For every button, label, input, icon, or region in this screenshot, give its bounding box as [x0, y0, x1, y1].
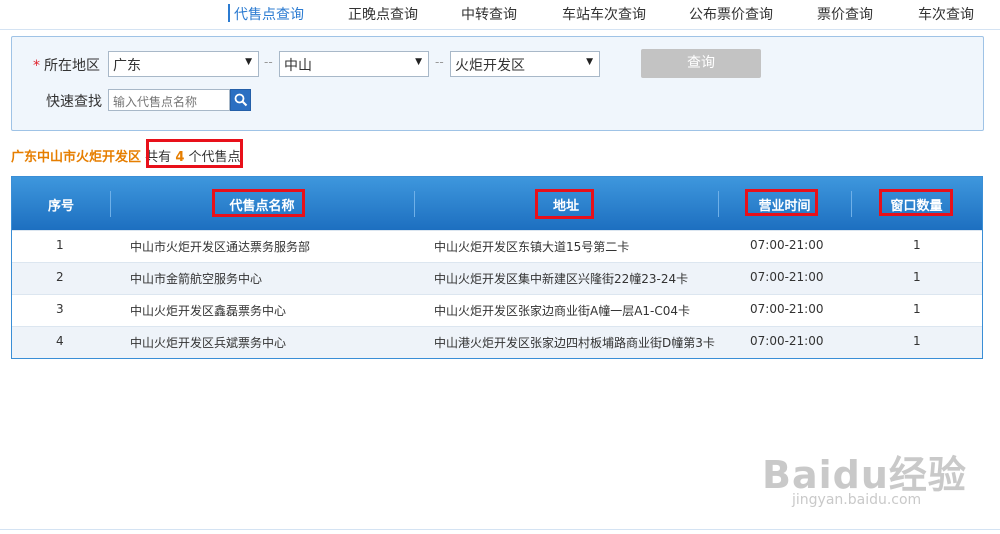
cell-address: 中山火炬开发区张家边商业街A幢一层A1-C04卡 [434, 304, 691, 318]
cell-hours: 07:00-21:00 [750, 302, 824, 316]
table-row: 1 中山市火炬开发区通达票务服务部 中山火炬开发区东镇大道15号第二卡 07:0… [12, 230, 982, 262]
cell-no: 2 [56, 270, 64, 284]
cell-windows: 1 [913, 270, 921, 284]
separator: -- [264, 55, 273, 69]
tab-fare-query[interactable]: 票价查询 [817, 4, 873, 24]
city-select[interactable]: 中山 ▼ [279, 51, 429, 77]
tab-agency-query[interactable]: 代售点查询 [234, 4, 304, 24]
baidu-watermark: Baidu经验 jingyan.baidu.com [762, 444, 992, 514]
summary-region: 广东中山市火炬开发区 [11, 150, 142, 165]
cell-windows: 1 [913, 334, 921, 348]
highlight-box-summary [146, 139, 243, 168]
cell-address: 中山火炬开发区东镇大道15号第二卡 [434, 240, 630, 254]
tab-station-train-query[interactable]: 车站车次查询 [562, 4, 646, 24]
tab-train-query[interactable]: 车次查询 [918, 4, 974, 24]
tab-transfer-query[interactable]: 中转查询 [461, 4, 517, 24]
cell-windows: 1 [913, 238, 921, 252]
query-button[interactable]: 查询 [641, 49, 761, 78]
nav-active-divider [228, 4, 230, 22]
separator: -- [435, 55, 444, 69]
cell-name: 中山市金箭航空服务中心 [130, 272, 263, 286]
province-value: 广东 [113, 58, 141, 74]
region-label-text: 所在地区 [44, 58, 100, 74]
cell-hours: 07:00-21:00 [750, 270, 824, 284]
tab-published-fare-query[interactable]: 公布票价查询 [689, 4, 773, 24]
cell-name: 中山火炬开发区兵斌票务中心 [130, 336, 287, 350]
highlight-box-hours [745, 189, 818, 216]
district-select[interactable]: 火炬开发区 ▼ [450, 51, 600, 77]
cell-hours: 07:00-21:00 [750, 238, 824, 252]
required-mark: * [33, 58, 40, 74]
chevron-down-icon: ▼ [415, 57, 422, 67]
cell-windows: 1 [913, 302, 921, 316]
district-value: 火炬开发区 [455, 58, 525, 74]
quick-search-input[interactable] [108, 89, 230, 111]
cell-no: 1 [56, 238, 64, 252]
highlight-box-address [535, 189, 594, 219]
quick-search-label: 快速查找 [46, 94, 102, 110]
quick-search-button[interactable] [230, 89, 251, 111]
bottom-rule [0, 529, 1000, 530]
search-panel: * 所在地区 广东 ▼ -- 中山 ▼ -- 火炬开发区 ▼ 查询 快速查找 [11, 36, 984, 131]
city-value: 中山 [284, 58, 312, 74]
cell-name: 中山市火炬开发区通达票务服务部 [130, 240, 311, 254]
watermark-brand: Baidu经验 [762, 453, 967, 497]
table-row: 3 中山火炬开发区鑫磊票务中心 中山火炬开发区张家边商业街A幢一层A1-C04卡… [12, 294, 982, 326]
col-header-no: 序号 [47, 199, 74, 214]
province-select[interactable]: 广东 ▼ [108, 51, 259, 77]
tab-delay-query[interactable]: 正晚点查询 [348, 4, 418, 24]
cell-name: 中山火炬开发区鑫磊票务中心 [130, 304, 287, 318]
cell-address: 中山港火炬开发区张家边四村板埔路商业街D幢第3卡 [434, 336, 715, 350]
cell-no: 4 [56, 334, 64, 348]
cell-no: 3 [56, 302, 64, 316]
table-header: 序号 代售点名称 地址 营业时间 窗口数量 [12, 177, 982, 230]
search-icon [234, 93, 248, 107]
nav-rule [0, 29, 1000, 30]
chevron-down-icon: ▼ [245, 57, 252, 67]
highlight-box-windows [879, 189, 953, 216]
table-row: 2 中山市金箭航空服务中心 中山火炬开发区集中新建区兴隆街22幢23-24卡 0… [12, 262, 982, 294]
region-label: * 所在地区 [33, 55, 100, 75]
chevron-down-icon: ▼ [586, 57, 593, 67]
highlight-box-name [212, 189, 305, 217]
cell-hours: 07:00-21:00 [750, 334, 824, 348]
cell-address: 中山火炬开发区集中新建区兴隆街22幢23-24卡 [434, 272, 689, 286]
agency-table: 序号 代售点名称 地址 营业时间 窗口数量 1 中山市火炬开发区通达票务服务部 … [11, 176, 983, 359]
table-row: 4 中山火炬开发区兵斌票务中心 中山港火炬开发区张家边四村板埔路商业街D幢第3卡… [12, 326, 982, 358]
top-nav: 代售点查询 正晚点查询 中转查询 车站车次查询 公布票价查询 票价查询 车次查询 [0, 0, 1000, 30]
watermark-url: jingyan.baidu.com [792, 492, 922, 508]
